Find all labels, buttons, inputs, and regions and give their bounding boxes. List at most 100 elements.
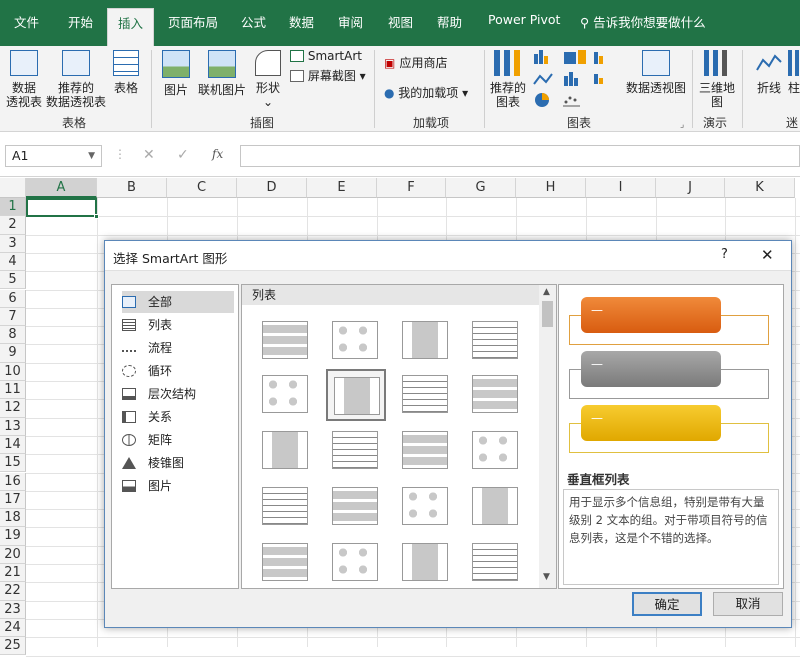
tab-formulas[interactable]: 公式 [241,12,266,31]
row-header-14[interactable]: 14 [0,435,26,455]
row-header-19[interactable]: 19 [0,527,26,546]
column-header-h[interactable]: H [516,178,586,198]
row-header-16[interactable]: 16 [0,472,26,491]
shapes-button[interactable]: 形状 ⌄ [252,50,284,109]
layout-thumbnail-selected[interactable] [326,369,386,421]
layout-thumbnail[interactable] [256,369,316,421]
row-header-12[interactable]: 12 [0,399,26,418]
gallery-scrollbar[interactable]: ▲ ▼ [539,285,556,588]
row-header-20[interactable]: 20 [0,545,26,564]
row-header-22[interactable]: 22 [0,582,26,601]
row-header-24[interactable]: 24 [0,618,26,638]
tab-review[interactable]: 审阅 [338,12,363,31]
table-button[interactable]: 表格 [110,50,142,95]
tab-data[interactable]: 数据 [289,12,314,31]
layout-thumbnail[interactable] [256,537,316,588]
3d-map-button[interactable]: 三维地 图 [698,50,736,109]
cancel-icon[interactable]: ✕ [143,147,155,163]
layout-thumbnail[interactable] [256,425,316,477]
column-header-b[interactable]: B [97,178,167,198]
name-box[interactable]: A1 ▼ [5,145,102,167]
formula-input[interactable] [240,145,800,167]
tab-home[interactable]: 开始 [68,12,93,31]
layout-thumbnail[interactable] [466,369,526,421]
layout-thumbnail[interactable] [466,315,526,367]
row-header-10[interactable]: 10 [0,362,26,381]
column-header-j[interactable]: J [656,178,725,198]
category-cycle[interactable]: 循环 [122,360,234,382]
sparkline-column-button[interactable]: 柱 [788,50,800,95]
row-header-3[interactable]: 3 [0,234,26,253]
layout-thumbnail[interactable] [326,425,386,477]
column-header-k[interactable]: K [725,178,795,198]
column-header-e[interactable]: E [307,178,377,198]
layout-thumbnail[interactable] [396,315,456,367]
layout-thumbnail[interactable] [466,537,526,588]
category-matrix[interactable]: 矩阵 [122,429,234,451]
sparkline-line-button[interactable]: 折线 [752,50,786,95]
cancel-button[interactable]: 取消 [713,592,783,616]
row-header-8[interactable]: 8 [0,326,26,345]
fill-handle[interactable] [94,214,99,219]
scrollbar-thumb[interactable] [542,301,553,327]
tab-view[interactable]: 视图 [388,12,413,31]
row-header-15[interactable]: 15 [0,454,26,473]
tell-me-search[interactable]: ⚲ 告诉我你想要做什么 [580,12,706,31]
column-header-i[interactable]: I [586,178,656,198]
insert-function-icon[interactable]: fx [212,147,223,161]
layout-thumbnail[interactable] [396,481,456,533]
pictures-button[interactable]: 图片 [158,50,194,97]
dialog-launcher-icon[interactable]: ⌟ [680,120,684,130]
ok-button[interactable]: 确定 [632,592,702,616]
row-header-7[interactable]: 7 [0,307,26,327]
row-header-18[interactable]: 18 [0,509,26,528]
close-icon[interactable]: ✕ [761,246,774,264]
tab-power-pivot[interactable]: Power Pivot [488,12,560,27]
row-header-6[interactable]: 6 [0,289,26,308]
column-header-f[interactable]: F [377,178,446,198]
enter-icon[interactable]: ✓ [177,147,189,163]
category-process[interactable]: 流程 [122,337,234,359]
recommended-pivottables-button[interactable]: 推荐的 数据透视表 [44,50,108,109]
online-pictures-button[interactable]: 联机图片 [196,50,248,97]
layout-thumbnail[interactable] [326,537,386,588]
row-header-2[interactable]: 2 [0,216,26,235]
layout-thumbnail[interactable] [396,537,456,588]
column-header-g[interactable]: G [446,178,516,198]
scroll-down-arrow-icon[interactable]: ▼ [543,572,550,582]
layout-thumbnail[interactable] [326,481,386,533]
scroll-up-arrow-icon[interactable]: ▲ [543,287,550,297]
category-relationship[interactable]: 关系 [122,406,234,428]
column-header-d[interactable]: D [237,178,307,198]
tab-page-layout[interactable]: 页面布局 [168,12,218,31]
chart-type-gallery[interactable] [532,48,616,110]
layout-thumbnail[interactable] [466,481,526,533]
screenshot-button[interactable]: 屏幕截图 ▾ [290,69,366,83]
my-addins-button[interactable]: ● 我的加载项 ▾ [384,86,468,100]
pivotchart-button[interactable]: 数据透视图 [624,50,688,95]
row-header-4[interactable]: 4 [0,252,26,272]
category-hierarchy[interactable]: 层次结构 [122,383,234,405]
row-header-23[interactable]: 23 [0,600,26,619]
help-button[interactable]: ? [721,247,728,262]
layout-thumbnail[interactable] [396,369,456,421]
row-header-21[interactable]: 21 [0,564,26,583]
store-button[interactable]: ▣ 应用商店 [384,56,448,70]
row-header-5[interactable]: 5 [0,271,26,290]
row-header-17[interactable]: 17 [0,490,26,510]
tab-file[interactable]: 文件 [14,12,39,31]
row-header-13[interactable]: 13 [0,417,26,436]
pivottable-button[interactable]: 数据 透视表 [6,50,42,109]
layout-thumbnail[interactable] [466,425,526,477]
category-picture[interactable]: 图片 [122,475,234,497]
row-header-9[interactable]: 9 [0,344,26,363]
layout-thumbnail[interactable] [326,315,386,367]
tab-insert[interactable]: 插入 [107,8,155,46]
tab-help[interactable]: 帮助 [437,12,462,31]
column-header-a[interactable]: A [26,178,97,198]
layout-thumbnail[interactable] [256,481,316,533]
smartart-button[interactable]: SmartArt [290,49,362,63]
layout-thumbnail[interactable] [396,425,456,477]
category-list-item[interactable]: 列表 [122,314,234,336]
category-pyramid[interactable]: 棱锥图 [122,452,234,474]
